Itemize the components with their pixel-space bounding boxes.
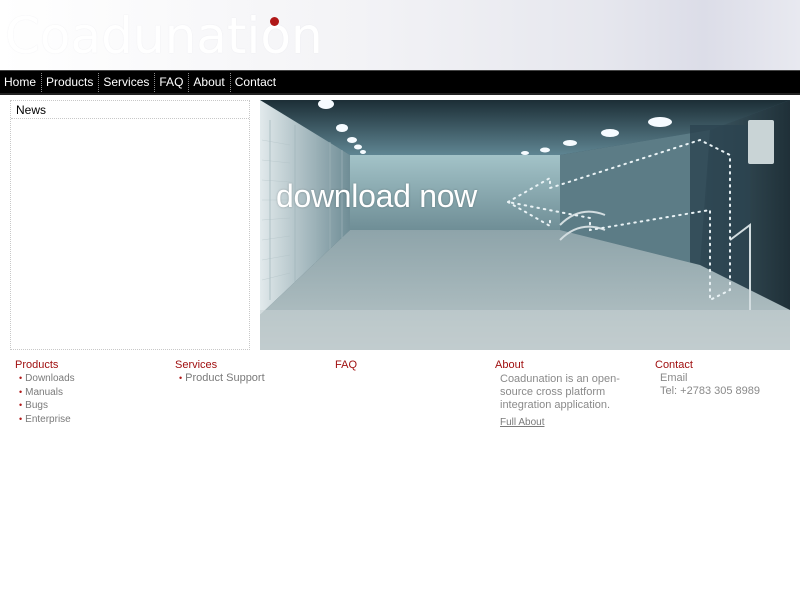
- list-item[interactable]: • Product Support: [175, 372, 325, 385]
- about-description: Coadunation is an open-source cross plat…: [500, 373, 620, 411]
- banner-image: [260, 100, 790, 350]
- contact-email-link[interactable]: Email: [655, 372, 800, 385]
- download-now-text[interactable]: download now: [276, 178, 477, 215]
- products-manuals-link[interactable]: Manuals: [25, 387, 63, 398]
- footer-links: Products • Downloads • Manuals • Bugs • Ente…: [15, 358, 795, 438]
- footer-about: About Coadunation is an open-source cros…: [495, 358, 645, 430]
- list-item[interactable]: • Downloads: [15, 372, 165, 386]
- logo-dot-icon: [270, 17, 279, 26]
- nav-faq[interactable]: FAQ: [155, 72, 190, 92]
- header: Coadunation: [0, 0, 800, 70]
- news-panel: News: [10, 100, 250, 350]
- products-enterprise-link[interactable]: Enterprise: [25, 414, 71, 425]
- bullet-icon: •: [19, 414, 23, 425]
- products-list: • Downloads • Manuals • Bugs • Enterprise: [15, 372, 165, 427]
- nav-services[interactable]: Services: [99, 72, 156, 92]
- list-item[interactable]: • Enterprise: [15, 413, 165, 427]
- download-banner[interactable]: download now: [260, 100, 790, 350]
- nav-home[interactable]: Home: [0, 72, 43, 92]
- footer-faq: FAQ: [335, 358, 485, 372]
- footer-contact-title[interactable]: Contact: [655, 358, 800, 372]
- main-nav: Home Products Services FAQ About Contact: [0, 70, 800, 95]
- nav-products[interactable]: Products: [42, 72, 100, 92]
- full-about-link[interactable]: Full About: [495, 417, 544, 428]
- list-item[interactable]: • Manuals: [15, 386, 165, 400]
- news-title: News: [11, 101, 249, 119]
- footer-products-title[interactable]: Products: [15, 358, 165, 372]
- bullet-icon: •: [19, 386, 23, 397]
- bullet-icon: •: [19, 373, 23, 383]
- products-downloads-link[interactable]: Downloads: [25, 373, 74, 384]
- footer-products: Products • Downloads • Manuals • Bugs • Ente…: [15, 358, 165, 427]
- footer-services-title[interactable]: Services: [175, 358, 325, 372]
- nav-contact[interactable]: Contact: [231, 73, 281, 92]
- footer-services: Services • Product Support: [175, 358, 325, 385]
- footer-contact: Contact Email Tel: +2783 305 8989: [655, 358, 800, 398]
- nav-about[interactable]: About: [189, 72, 231, 92]
- bullet-icon: •: [179, 373, 183, 383]
- services-list: • Product Support: [175, 372, 325, 385]
- bullet-icon: •: [19, 400, 23, 411]
- site-logo[interactable]: Coadunation: [5, 4, 323, 68]
- services-product-support-link[interactable]: Product Support: [185, 372, 265, 384]
- products-bugs-link[interactable]: Bugs: [25, 400, 48, 411]
- footer-faq-title[interactable]: FAQ: [335, 358, 485, 372]
- contact-telephone: Tel: +2783 305 8989: [660, 385, 761, 397]
- footer-about-title[interactable]: About: [495, 358, 645, 372]
- list-item[interactable]: • Bugs: [15, 399, 165, 413]
